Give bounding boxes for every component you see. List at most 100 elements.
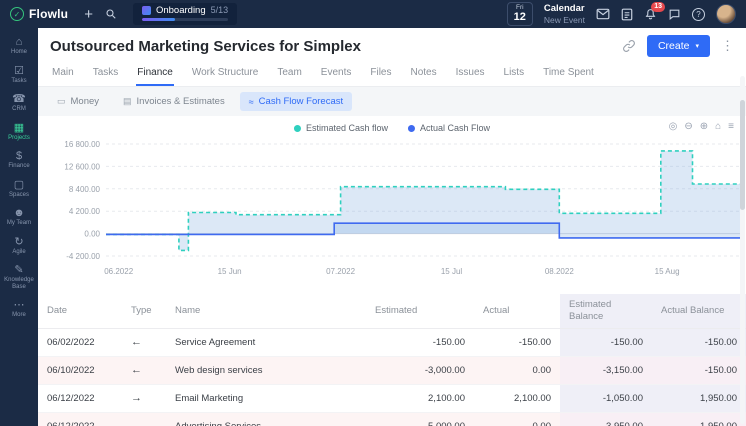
- tab-files[interactable]: Files: [369, 61, 392, 86]
- copy-link-icon[interactable]: [622, 39, 636, 53]
- sidebar-item-tasks[interactable]: ☑ Tasks: [0, 60, 38, 89]
- chat-icon[interactable]: [668, 8, 681, 21]
- tab-events[interactable]: Events: [320, 61, 353, 86]
- create-button-label: Create: [657, 40, 690, 52]
- table-row[interactable]: 06/02/2022 ← Service Agreement -150.00 -150.…: [38, 328, 746, 357]
- mail-icon[interactable]: [596, 8, 610, 20]
- more-icon: ⋯: [13, 299, 25, 311]
- sidebar-item-crm[interactable]: ☎ CRM: [0, 88, 38, 117]
- cell-estimated-balance: -3,150.00: [560, 356, 652, 385]
- legend-label: Estimated Cash flow: [305, 123, 389, 133]
- user-avatar[interactable]: [716, 4, 736, 24]
- project-tabs: Main Tasks Finance Work Structure Team Events…: [38, 61, 746, 87]
- sidebar-item-more[interactable]: ⋯ More: [0, 294, 38, 323]
- tab-issues[interactable]: Issues: [455, 61, 486, 86]
- tab-work-structure[interactable]: Work Structure: [191, 61, 260, 86]
- table-row[interactable]: 06/12/2022 → Email Marketing 2,100.00 2,100.…: [38, 384, 746, 413]
- sidebar-item-projects[interactable]: ▦ Projects: [0, 117, 38, 146]
- sidebar-item-home[interactable]: ⌂ Home: [0, 31, 38, 60]
- table-header-row: Date Type Name Estimated Actual Estimated Bal…: [38, 294, 746, 329]
- subtab-money[interactable]: ▭ Money: [48, 92, 108, 111]
- tasks-icon: ☑: [14, 64, 24, 77]
- money-icon: ▭: [57, 96, 66, 106]
- export-menu-icon[interactable]: ≡: [728, 120, 734, 134]
- column-header-est_balance[interactable]: Estimated Balance: [560, 294, 652, 329]
- zoom-out-icon[interactable]: ⊖: [684, 120, 692, 134]
- legend-item[interactable]: Estimated Cash flow: [293, 123, 389, 133]
- cashflow-icon: ≈: [248, 96, 254, 107]
- date-day: 12: [513, 11, 526, 24]
- tab-tasks[interactable]: Tasks: [92, 61, 120, 86]
- cell-estimated-balance: -150.00: [560, 328, 652, 357]
- sidebar-item-finance[interactable]: $ Finance: [0, 145, 38, 174]
- notes-icon[interactable]: [621, 8, 633, 21]
- finance-subtabs: ▭ Money ▤ Invoices & Estimates ≈ Cash Flow Fo…: [38, 87, 746, 116]
- sidebar-item-spaces[interactable]: ▢ Spaces: [0, 174, 38, 203]
- tab-finance[interactable]: Finance: [136, 61, 174, 86]
- home-icon: ⌂: [15, 36, 23, 48]
- create-button[interactable]: Create ▾: [646, 35, 710, 57]
- help-icon[interactable]: ?: [692, 7, 705, 21]
- tab-main[interactable]: Main: [51, 61, 75, 86]
- cell-actual-balance: 1,950.00: [652, 412, 746, 426]
- sidebar-item-agile[interactable]: ↻ Agile: [0, 231, 38, 260]
- y-axis-label: 4 200.00: [69, 207, 101, 216]
- column-header-type[interactable]: Type: [122, 294, 166, 329]
- column-header-date[interactable]: Date: [38, 294, 122, 329]
- cell-name: Email Marketing: [166, 384, 366, 413]
- table-row[interactable]: 06/12/2022→Advertising Services5,000.000…: [38, 412, 746, 426]
- sidebar-item-label: More: [12, 312, 26, 318]
- chevron-down-icon: ▾: [695, 43, 699, 50]
- x-axis-label: 15 Jun: [218, 267, 242, 276]
- subtab-invoices-estimates[interactable]: ▤ Invoices & Estimates: [114, 92, 234, 111]
- cashflow-chart[interactable]: 16 800.00 12 600.00 8 400.00 4 200.00 0.00 -4…: [44, 138, 746, 286]
- project-header: Outsourced Marketing Services for Simple…: [38, 28, 746, 61]
- legend-item[interactable]: Actual Cash Flow: [408, 123, 490, 133]
- tab-time-spent[interactable]: Time Spent: [542, 61, 595, 86]
- onboarding-widget[interactable]: Onboarding 5/13: [132, 2, 238, 26]
- calendar-shortcut[interactable]: Calendar New Event: [544, 3, 585, 25]
- tab-notes[interactable]: Notes: [409, 61, 437, 86]
- date-widget[interactable]: Fri 12: [506, 1, 533, 27]
- sidebar-item-label: Knowledge Base: [4, 277, 34, 290]
- quick-add-button[interactable]: +: [84, 7, 93, 22]
- legend-dot: [408, 124, 416, 132]
- new-event-link[interactable]: New Event: [544, 15, 585, 25]
- notification-badge: 13: [651, 1, 665, 12]
- cell-actual: -150.00: [474, 328, 560, 357]
- tab-team[interactable]: Team: [276, 61, 302, 86]
- column-header-estimated[interactable]: Estimated: [366, 294, 474, 329]
- subtab-label: Cash Flow Forecast: [258, 96, 344, 107]
- search-icon[interactable]: [105, 8, 117, 20]
- finance-icon: $: [15, 150, 23, 162]
- tab-lists[interactable]: Lists: [503, 61, 526, 86]
- cell-estimated: 2,100.00: [366, 384, 474, 413]
- zoom-in-icon[interactable]: ⊕: [700, 120, 708, 134]
- column-header-actual[interactable]: Actual: [474, 294, 560, 329]
- target-icon[interactable]: ◎: [669, 120, 678, 134]
- column-header-act_balance[interactable]: Actual Balance: [652, 294, 746, 329]
- sidebar-item-my-team[interactable]: ☻ My Team: [0, 202, 38, 231]
- sidebar-item-knowledge-base[interactable]: ✎ Knowledge Base: [0, 259, 38, 294]
- cashflow-chart-section: Estimated Cash flow Actual Cash Flow ◎ ⊖ ⊕ ⌂…: [38, 116, 746, 286]
- y-axis-label: 12 600.00: [64, 162, 100, 171]
- table-row[interactable]: 06/10/2022 ← Web design services -3,000.00 0…: [38, 356, 746, 385]
- flowlu-logo-icon: ✓: [10, 7, 24, 21]
- subtab-cash-flow-forecast[interactable]: ≈ Cash Flow Forecast: [239, 92, 353, 111]
- cell-name: Advertising Services: [166, 412, 366, 426]
- expense-arrow-icon: ←: [122, 356, 166, 385]
- flowlu-logo[interactable]: ✓ Flowlu: [10, 7, 68, 21]
- notifications-bell-icon[interactable]: 13: [644, 1, 665, 21]
- scrollbar-track: [740, 76, 745, 424]
- page-title: Outsourced Marketing Services for Simple…: [50, 37, 361, 55]
- scrollbar-thumb[interactable]: [740, 100, 745, 210]
- home-reset-icon[interactable]: ⌂: [715, 120, 721, 134]
- more-menu-icon[interactable]: ⋮: [721, 38, 734, 54]
- onboarding-count: 5/13: [210, 5, 229, 15]
- chart-toolbar: ◎ ⊖ ⊕ ⌂ ≡: [669, 120, 734, 134]
- column-header-name[interactable]: Name: [166, 294, 366, 329]
- sidebar-item-label: Home: [10, 49, 27, 55]
- crm-icon: ☎: [12, 93, 26, 105]
- cell-actual: 2,100.00: [474, 384, 560, 413]
- cell-date: 06/12/2022: [38, 384, 122, 413]
